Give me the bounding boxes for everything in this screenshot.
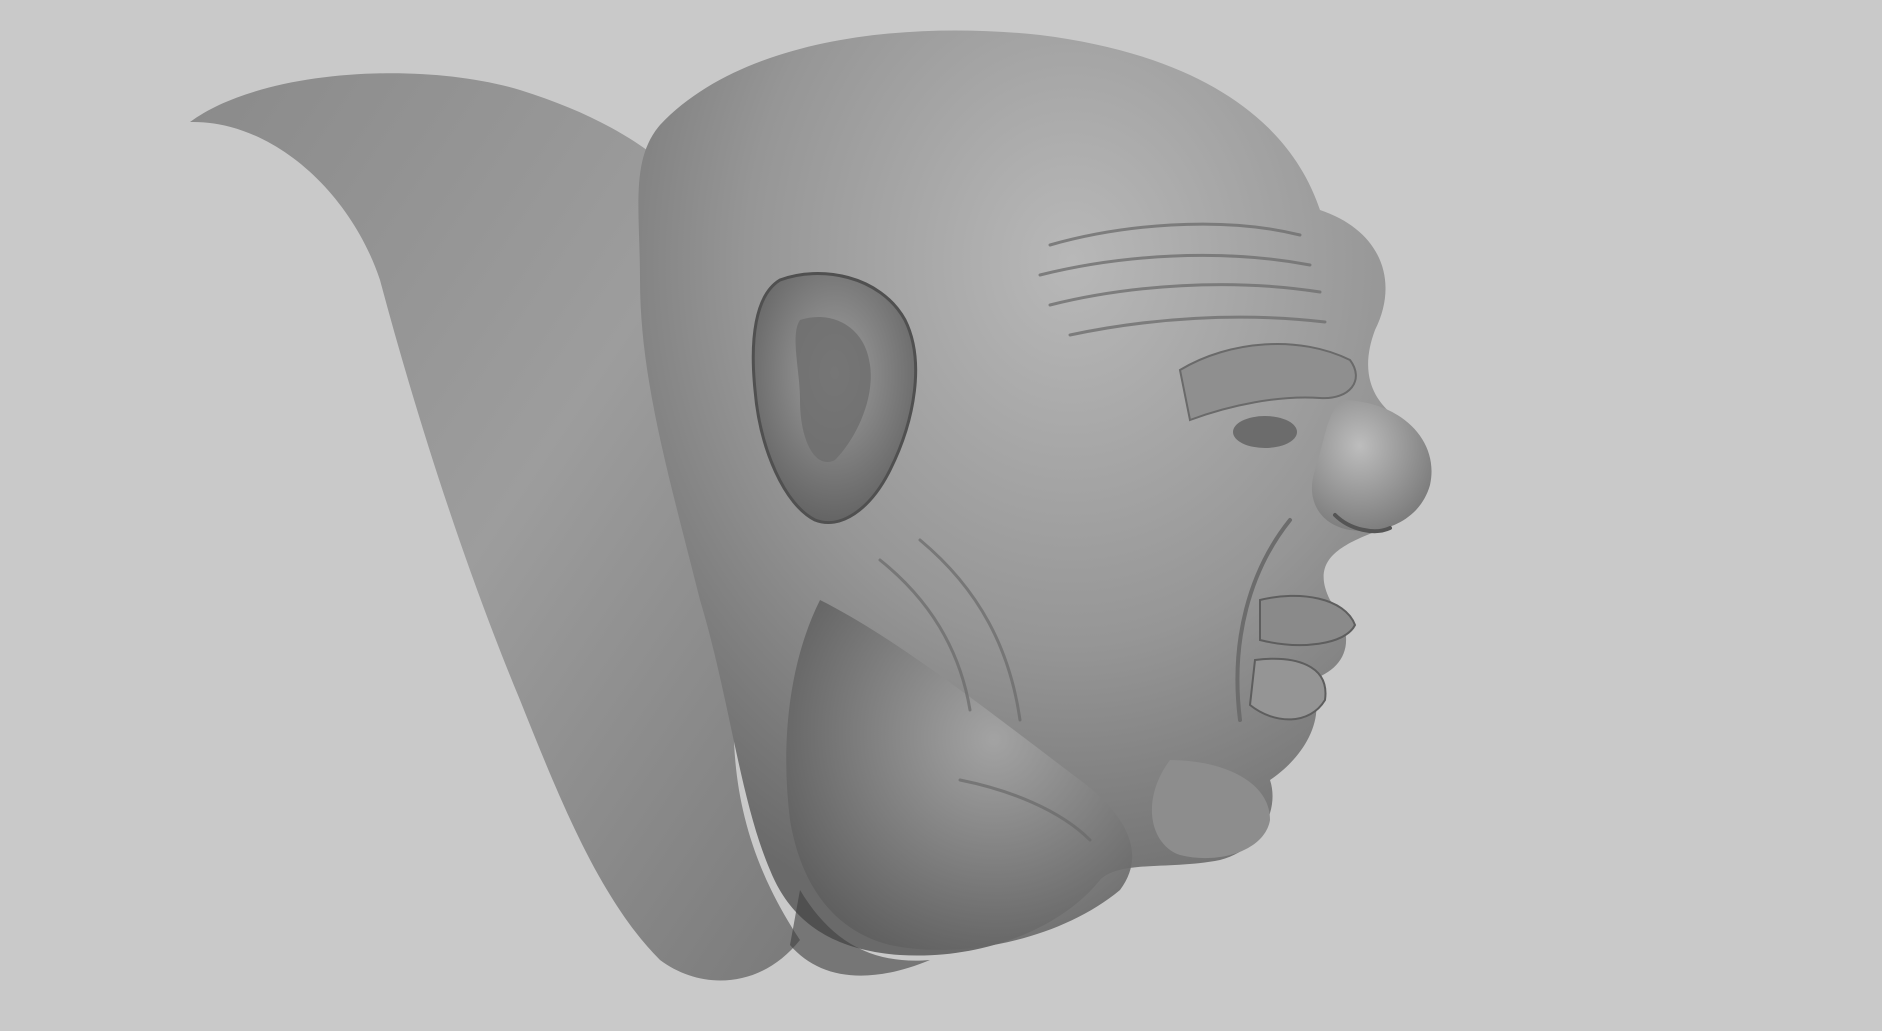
sculpt-render xyxy=(190,30,1432,981)
3d-viewport[interactable] xyxy=(0,0,1882,1031)
nose xyxy=(1311,400,1432,531)
upper-lip xyxy=(1259,594,1357,646)
eye xyxy=(1233,416,1297,448)
